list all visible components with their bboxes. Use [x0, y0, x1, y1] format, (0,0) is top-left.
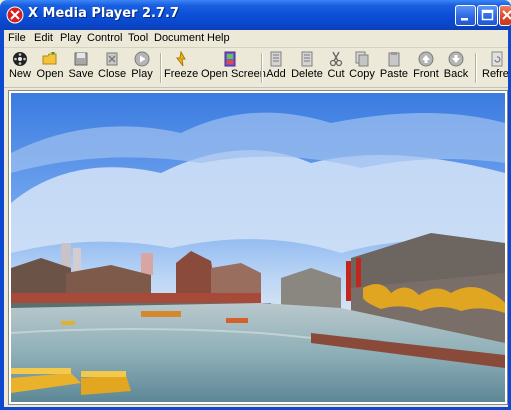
open-screen-button[interactable]: Open Screen: [201, 48, 266, 87]
paste-clipboard-icon: [388, 52, 400, 67]
paste-label: Paste: [379, 68, 409, 80]
window-border-left: [0, 30, 4, 410]
new-button[interactable]: New: [6, 48, 34, 87]
video-frame-image: [11, 93, 505, 402]
paste-button[interactable]: Paste: [379, 48, 409, 87]
scissors-icon: [329, 51, 343, 67]
new-label: New: [8, 68, 31, 80]
video-display[interactable]: [8, 90, 508, 405]
close-button[interactable]: Close: [98, 48, 126, 87]
title-bar[interactable]: X Media Player 2.7.7: [0, 0, 511, 30]
open-screen-icon: [224, 51, 236, 67]
freeze-button[interactable]: Freeze: [164, 48, 198, 87]
cut-label: Cut: [327, 68, 345, 80]
add-label: Add: [266, 68, 286, 80]
menu-play[interactable]: Play: [60, 32, 81, 44]
open-button[interactable]: Open: [36, 48, 64, 87]
maximize-icon: [481, 9, 494, 21]
delete-button[interactable]: Delete: [290, 48, 324, 87]
minimize-icon: [461, 18, 468, 21]
play-icon: [134, 51, 150, 67]
save-disk-icon: [74, 52, 88, 66]
arrow-down-icon: [448, 51, 464, 67]
arrow-up-icon: [418, 51, 434, 67]
close-icon: [502, 10, 511, 20]
close-file-icon: [106, 52, 118, 66]
app-window: X Media Player 2.7.7 File Edit Play Cont…: [0, 0, 511, 410]
refresh-label: Refresh: [482, 68, 511, 80]
menu-file[interactable]: File: [8, 32, 26, 44]
menu-control[interactable]: Control: [87, 32, 122, 44]
delete-list-icon: [301, 51, 313, 67]
refresh-icon: [491, 51, 503, 67]
maximize-button[interactable]: [477, 5, 498, 26]
minimize-button[interactable]: [455, 5, 476, 26]
open-screen-label: Open Screen: [201, 68, 266, 80]
toolbar-separator: [261, 53, 263, 83]
back-label: Back: [443, 68, 469, 80]
copy-button[interactable]: Copy: [349, 48, 375, 87]
menu-edit[interactable]: Edit: [34, 32, 53, 44]
menu-tool[interactable]: Tool: [128, 32, 148, 44]
front-button[interactable]: Front: [411, 48, 441, 87]
close-label: Close: [98, 68, 127, 80]
freeze-label: Freeze: [164, 68, 199, 80]
toolbar-separator: [475, 53, 477, 83]
copy-icon: [355, 51, 369, 67]
toolbar-separator: [160, 53, 162, 83]
save-label: Save: [68, 68, 94, 80]
front-label: Front: [413, 68, 439, 80]
close-window-button[interactable]: [499, 5, 511, 26]
add-button[interactable]: Add: [264, 48, 288, 87]
freeze-icon: [176, 51, 186, 67]
delete-label: Delete: [291, 68, 323, 80]
play-label: Play: [131, 68, 153, 80]
refresh-button[interactable]: Refresh: [480, 48, 511, 87]
menu-bar: File Edit Play Control Tool Document Hel…: [0, 30, 511, 48]
play-button[interactable]: Play: [129, 48, 155, 87]
add-list-icon: [270, 51, 282, 67]
menu-document[interactable]: Document: [154, 32, 204, 44]
save-button[interactable]: Save: [67, 48, 95, 87]
copy-label: Copy: [349, 68, 375, 80]
back-button[interactable]: Back: [442, 48, 470, 87]
open-label: Open: [36, 68, 64, 80]
new-film-icon: [13, 52, 27, 66]
cut-button[interactable]: Cut: [325, 48, 347, 87]
window-title: X Media Player 2.7.7: [28, 6, 179, 21]
app-logo-icon: [6, 6, 24, 24]
menu-help[interactable]: Help: [207, 32, 230, 44]
open-folder-icon: [42, 52, 57, 65]
toolbar: New Open Save Close Play Freeze Open Scr…: [0, 48, 511, 88]
